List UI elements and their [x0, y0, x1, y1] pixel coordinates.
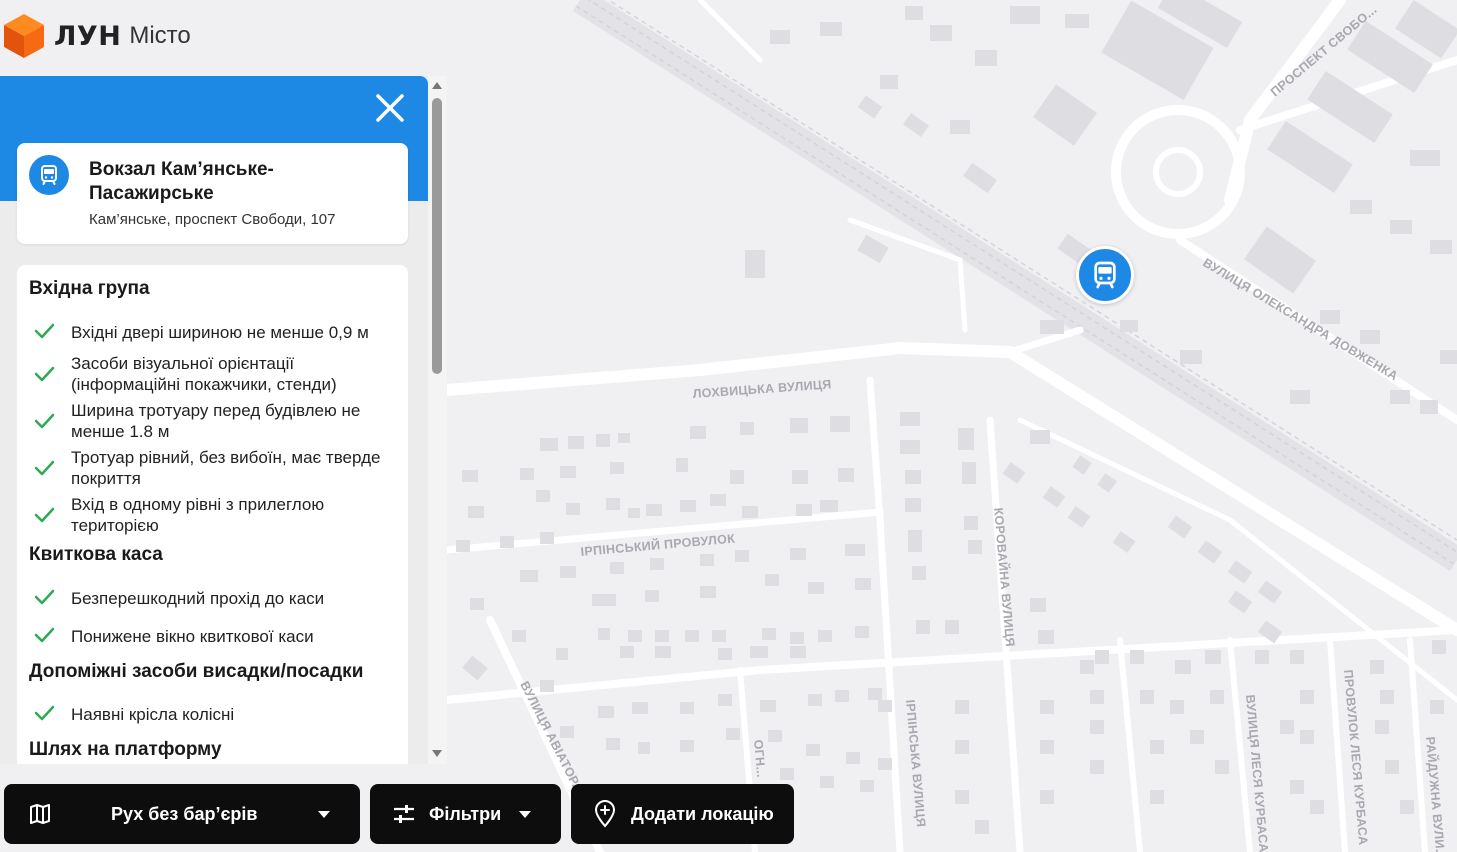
add-location-button[interactable]: Додати локацію: [571, 784, 794, 844]
section-title: Допоміжні засоби висадки/посадки: [29, 661, 364, 682]
cube-logo-icon: [4, 14, 44, 58]
list-item-label: Вхідні двері шириною не менше 0,9 м: [71, 323, 369, 342]
check-icon: [34, 507, 55, 523]
section-title: Шлях на платформу: [29, 739, 222, 760]
close-button[interactable]: [372, 90, 408, 126]
place-address: Кам’янське, проспект Свободи, 107: [89, 211, 336, 228]
train-icon: [1094, 261, 1116, 289]
map-icon: [30, 804, 50, 824]
accessibility-list: Вхідна група Вхідні двері шириною не мен…: [17, 265, 408, 764]
check-icon: [34, 460, 55, 476]
check-icon: [34, 366, 55, 382]
close-icon: [376, 94, 404, 122]
train-icon: [41, 165, 57, 185]
logo-subtitle: Місто: [129, 22, 191, 49]
details-panel: Вокзал Кам’янське-Пасажирське Кам’янське…: [0, 76, 447, 764]
check-icon: [34, 589, 55, 605]
list-item-label: Вхід в одному рівні з прилеглою територі…: [71, 495, 325, 535]
list-item-label: Безперешкодний прохід до каси: [71, 589, 325, 608]
add-location-label: Додати локацію: [631, 804, 774, 824]
list-item-label: Тротуар рівний, без вибоїн, має тверде п…: [71, 448, 381, 488]
section-title: Квиткова каса: [29, 544, 163, 565]
list-item-label: Понижене вікно квиткової каси: [71, 627, 314, 646]
sliders-icon: [394, 805, 414, 823]
layer-select-label: Рух без бар’єрів: [111, 804, 258, 824]
place-icon: [29, 155, 69, 195]
add-location-icon: [594, 800, 616, 828]
chevron-down-icon: [318, 811, 330, 818]
scroll-thumb[interactable]: [432, 98, 442, 374]
filters-label: Фільтри: [429, 804, 502, 824]
layer-select-button[interactable]: Рух без бар’єрів: [4, 784, 360, 844]
list-item-label: Ширина тротуару перед будівлею не менше …: [71, 401, 361, 441]
list-item-label: Засоби візуальної орієнтації (інформацій…: [71, 354, 337, 394]
filters-button[interactable]: Фільтри: [370, 784, 561, 844]
scroll-down-arrow-icon[interactable]: [432, 750, 442, 757]
check-icon: [34, 705, 55, 721]
list-item-label: Наявні крісла колісні: [71, 705, 235, 724]
chevron-down-icon: [519, 811, 531, 818]
logo-name: ЛУН: [54, 20, 122, 52]
station-marker[interactable]: [1076, 246, 1134, 304]
check-icon: [34, 627, 55, 643]
section-title: Вхідна група: [29, 278, 150, 299]
place-title: Вокзал Кам’янське-Пасажирське: [89, 159, 274, 204]
place-card: Вокзал Кам’янське-Пасажирське Кам’янське…: [17, 143, 408, 244]
check-icon: [34, 413, 55, 429]
check-icon: [34, 323, 55, 339]
app-logo[interactable]: ЛУН Місто: [4, 14, 191, 58]
scroll-up-arrow-icon[interactable]: [432, 82, 442, 89]
